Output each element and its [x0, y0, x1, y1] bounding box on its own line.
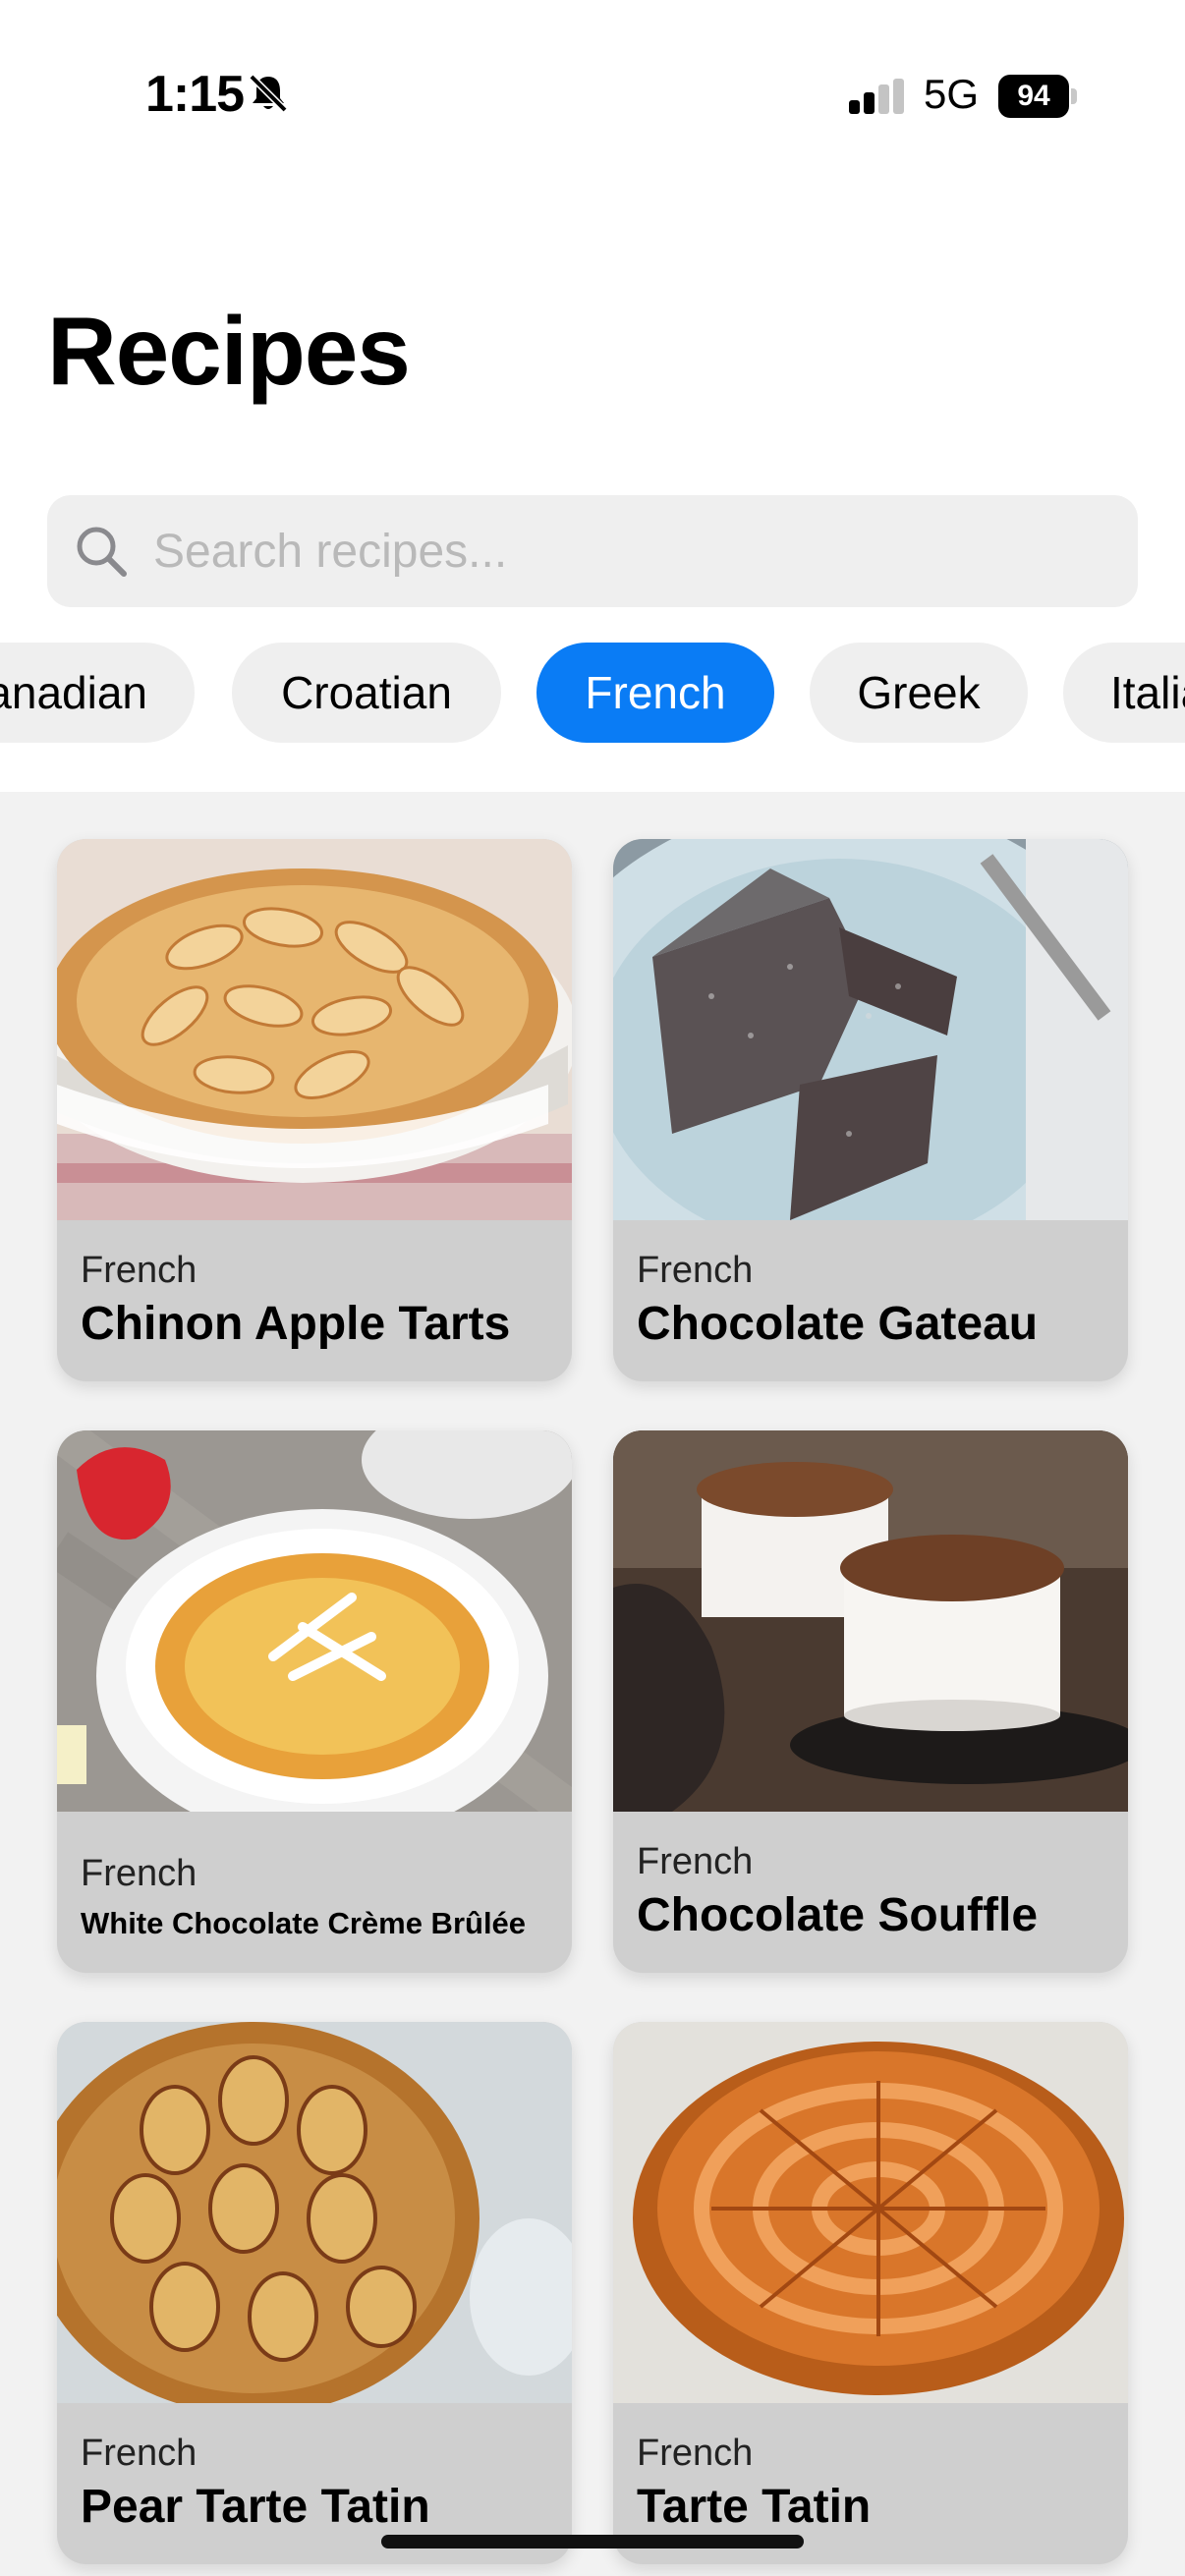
chip-label: Croatian	[281, 667, 452, 718]
chip-italian[interactable]: Italian	[1063, 643, 1185, 743]
recipe-cuisine: French	[637, 2433, 754, 2474]
recipe-name: Chocolate Souffle	[637, 1889, 1039, 1941]
home-indicator[interactable]	[381, 2535, 804, 2548]
recipe-image-chocolate-souffle	[613, 1430, 1128, 1812]
recipe-card[interactable]: French White Chocolate Crème Brûlée	[57, 1430, 572, 1973]
recipe-cuisine: French	[81, 1853, 198, 1894]
page-title: Recipes	[47, 297, 411, 405]
chip-label: Greek	[857, 667, 981, 718]
battery-icon: 94	[998, 75, 1077, 118]
recipe-card[interactable]: French Chocolate Gateau	[613, 839, 1128, 1381]
chip-label: Canadian	[0, 667, 147, 718]
chip-canadian[interactable]: Canadian	[0, 643, 195, 743]
cellular-signal-icon	[849, 79, 904, 114]
recipe-name: Chocolate Gateau	[637, 1298, 1039, 1350]
recipe-cuisine: French	[81, 2433, 198, 2474]
recipe-image-apple-tart	[57, 839, 572, 1220]
chip-greek[interactable]: Greek	[810, 643, 1028, 743]
chip-label: Italian	[1110, 667, 1185, 718]
status-bar: 1:15 5G 94	[0, 0, 1185, 187]
recipe-image-creme-brulee	[57, 1430, 572, 1812]
battery-level: 94	[998, 75, 1069, 118]
recipe-grid: French Chinon Apple Tarts French Chocola…	[0, 792, 1185, 2576]
search-icon	[77, 527, 127, 577]
network-type: 5G	[924, 71, 980, 117]
recipe-card[interactable]: French Tarte Tatin	[613, 2022, 1128, 2564]
chip-croatian[interactable]: Croatian	[232, 643, 501, 743]
battery-nub	[1071, 88, 1077, 104]
recipe-image-chocolate-gateau	[613, 839, 1128, 1220]
search-bar[interactable]	[47, 495, 1138, 607]
recipe-name: Tarte Tatin	[637, 2481, 872, 2533]
chip-french[interactable]: French	[536, 643, 774, 743]
cuisine-filter-bar[interactable]: Canadian Croatian French Greek Italian	[0, 643, 1185, 745]
recipe-cuisine: French	[637, 1250, 754, 1291]
recipe-cuisine: French	[81, 1250, 198, 1291]
recipe-image-pear-tarte-tatin	[57, 2022, 572, 2403]
recipe-card[interactable]: French Chinon Apple Tarts	[57, 839, 572, 1381]
recipe-name: Chinon Apple Tarts	[81, 1298, 511, 1350]
recipe-name: Pear Tarte Tatin	[81, 2481, 430, 2533]
chip-label: French	[585, 667, 726, 718]
recipe-card[interactable]: French Pear Tarte Tatin	[57, 2022, 572, 2564]
status-time: 1:15	[145, 66, 245, 123]
search-input[interactable]	[153, 495, 1116, 607]
recipe-card[interactable]: French Chocolate Souffle	[613, 1430, 1128, 1973]
recipe-cuisine: French	[637, 1841, 754, 1882]
recipe-image-tarte-tatin	[613, 2022, 1128, 2403]
recipe-name: White Chocolate Crème Brûlée	[81, 1906, 527, 1940]
bell-slash-icon	[249, 74, 288, 113]
